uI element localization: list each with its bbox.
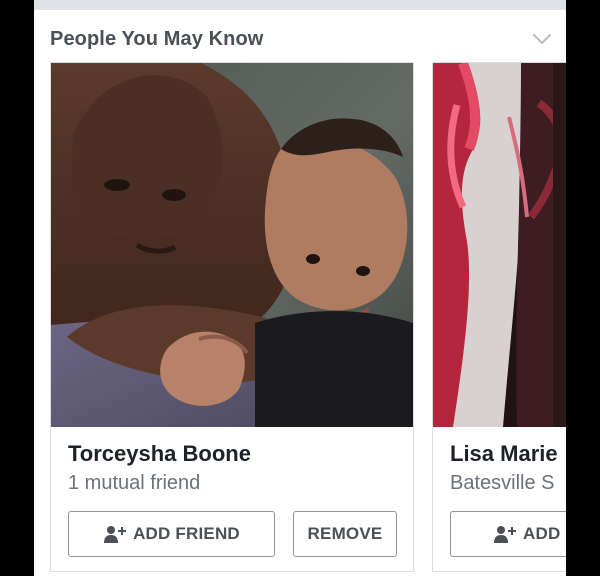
section-title: People You May Know	[50, 28, 264, 50]
add-friend-button[interactable]: ADD	[450, 511, 566, 557]
suggestion-name[interactable]: Torceysha Boone	[68, 441, 251, 467]
mutual-friends-count: 1 mutual friend	[68, 472, 201, 494]
suggestion-card: Torceysha Boone 1 mutual friend ADD FRIE…	[50, 62, 414, 572]
top-divider	[34, 0, 566, 10]
profile-photo-image	[433, 63, 566, 427]
add-friend-label: ADD	[523, 524, 561, 543]
profile-photo-image	[51, 63, 413, 427]
add-friend-label: ADD FRIEND	[133, 524, 240, 543]
chevron-down-icon[interactable]	[532, 32, 552, 46]
add-person-icon	[494, 526, 516, 543]
people-you-may-know-section: People You May Know Torceysha Boone 1 mu…	[34, 10, 566, 576]
remove-label: REMOVE	[307, 524, 383, 543]
suggestion-name[interactable]: Lisa Marie	[450, 441, 558, 467]
suggestion-carousel[interactable]: Torceysha Boone 1 mutual friend ADD FRIE…	[34, 62, 566, 576]
remove-button[interactable]: REMOVE	[293, 511, 397, 557]
screenshot-stage: People You May Know Torceysha Boone 1 mu…	[0, 0, 600, 576]
profile-photo[interactable]	[51, 63, 413, 427]
location-text: Batesville S	[450, 472, 555, 494]
add-friend-button[interactable]: ADD FRIEND	[68, 511, 275, 557]
profile-photo[interactable]	[433, 63, 566, 427]
add-person-icon	[104, 526, 127, 543]
feed-panel: People You May Know Torceysha Boone 1 mu…	[34, 0, 566, 576]
suggestion-card: Lisa Marie Batesville S ADD	[432, 62, 566, 572]
